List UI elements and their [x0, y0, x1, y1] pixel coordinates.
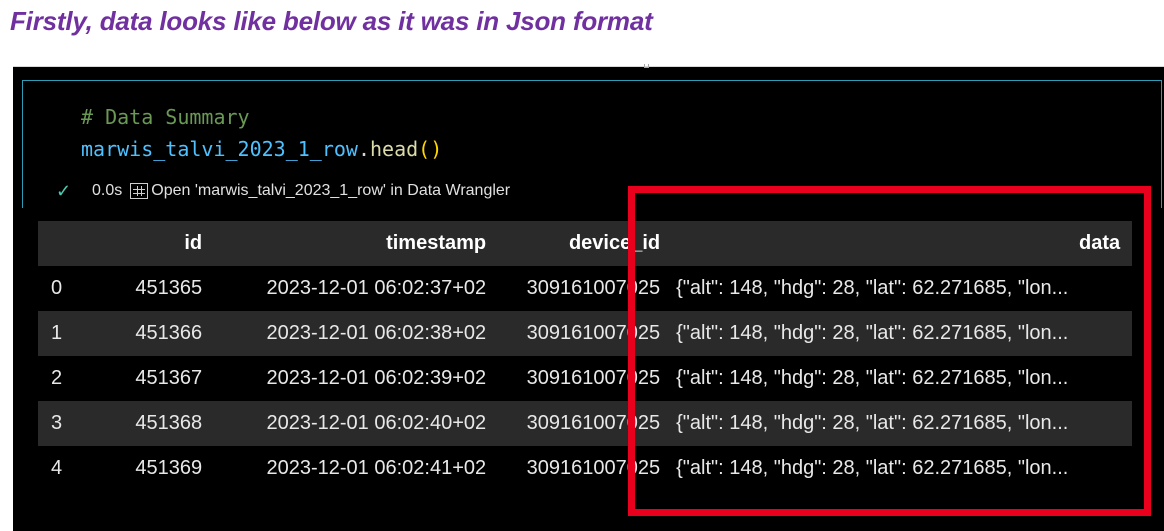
row-index: 0 [51, 277, 63, 299]
header-timestamp: timestamp [386, 232, 487, 254]
row-index: 2 [51, 367, 63, 389]
cell-id: 451365 [135, 277, 203, 299]
code-editor[interactable]: # Data Summary marwis_talvi_2023_1_row.he… [81, 101, 442, 165]
cell-id: 451366 [135, 322, 203, 344]
code-comment: # Data Summary [81, 105, 250, 129]
data-wrangler-label: Open 'marwis_talvi_2023_1_row' in Data W… [151, 182, 511, 199]
cell-timestamp: 2023-12-01 06:02:37+02 [266, 277, 487, 299]
code-line-call: marwis_talvi_2023_1_row.head() [81, 133, 442, 165]
data-wrangler-icon [130, 183, 149, 199]
cell-status-bar: ✓ 0.0s Open 'marwis_talvi_2023_1_row' in… [56, 178, 510, 204]
cell-timestamp: 2023-12-01 06:02:40+02 [266, 412, 487, 434]
code-variable: marwis_talvi_2023_1_row [81, 137, 358, 161]
code-line-comment: # Data Summary [81, 101, 442, 133]
header-index [38, 221, 74, 266]
cell-id: 451367 [135, 367, 203, 389]
header-id: id [184, 232, 203, 254]
row-index: 4 [51, 457, 63, 479]
data-column-highlight-box [628, 186, 1151, 516]
code-dot: . [357, 137, 370, 161]
cell-timestamp: 2023-12-01 06:02:39+02 [266, 367, 487, 389]
open-data-wrangler-link[interactable]: Open 'marwis_talvi_2023_1_row' in Data W… [130, 182, 510, 200]
cell-timestamp: 2023-12-01 06:02:38+02 [266, 322, 487, 344]
check-icon: ✓ [56, 180, 72, 201]
code-parens: () [418, 137, 443, 161]
page-heading: Firstly, data looks like below as it was… [10, 6, 653, 36]
cell-id: 451368 [135, 412, 203, 434]
cell-id: 451369 [135, 457, 203, 479]
row-index: 1 [51, 322, 63, 344]
cursor-marker [644, 64, 649, 68]
execution-time: 0.0s [92, 182, 123, 199]
cell-timestamp: 2023-12-01 06:02:41+02 [266, 457, 487, 479]
code-function: head [370, 137, 419, 161]
row-index: 3 [51, 412, 63, 434]
